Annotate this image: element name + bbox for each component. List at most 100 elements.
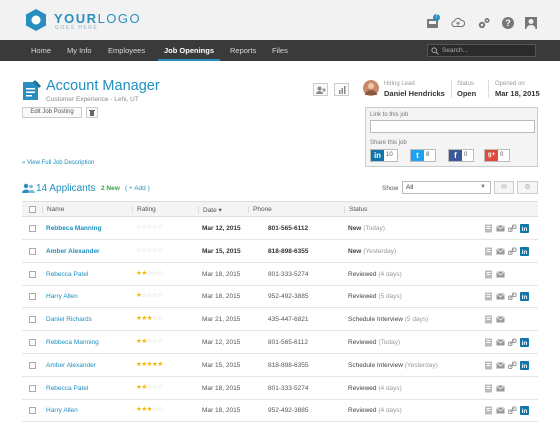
user-avatar-icon[interactable] — [524, 16, 538, 30]
linkedin-icon[interactable]: in — [520, 338, 529, 347]
link-icon[interactable] — [508, 224, 517, 233]
nav-home[interactable]: Home — [31, 40, 51, 61]
resume-icon[interactable] — [484, 224, 493, 233]
share-twitter-button[interactable]: t 8 — [410, 149, 436, 162]
linkedin-icon[interactable]: in — [520, 292, 529, 302]
row-checkbox[interactable] — [29, 361, 36, 369]
show-filter-select[interactable]: All ▼ — [402, 181, 491, 194]
link-icon[interactable] — [508, 292, 517, 301]
nav-my-info[interactable]: My Info — [67, 40, 92, 61]
column-header-date[interactable]: Date ▾ — [198, 206, 222, 214]
email-icon[interactable] — [496, 384, 505, 393]
column-header-status[interactable]: Status — [344, 206, 367, 213]
rating-stars[interactable]: ★★★☆☆ — [136, 405, 163, 413]
email-icon[interactable] — [496, 292, 505, 301]
applicant-name[interactable]: Daniel Richards — [46, 316, 92, 323]
linkedin-icon[interactable]: in — [520, 406, 529, 416]
applicant-name[interactable]: Rebecca Patel — [46, 271, 88, 278]
star-empty-icon[interactable]: ☆ — [157, 224, 163, 231]
applicant-name[interactable]: Rebecca Patel — [46, 385, 88, 392]
email-icon[interactable] — [496, 406, 505, 415]
table-row[interactable]: Harry Allen ★★★☆☆ Mar 18, 2015 952-492-3885… — [22, 400, 538, 423]
table-row[interactable]: Rebbeca Manning ★★☆☆☆ Mar 12, 2015 801-565-… — [22, 332, 538, 354]
table-row[interactable]: Harry Allen ★☆☆☆☆ Mar 18, 2015 952-492-3885… — [22, 286, 538, 309]
email-icon[interactable] — [496, 270, 505, 279]
row-checkbox[interactable] — [29, 293, 36, 301]
email-icon[interactable] — [496, 224, 505, 233]
search-input[interactable]: Search... — [427, 44, 536, 57]
rating-stars[interactable]: ★☆☆☆☆ — [136, 291, 163, 299]
column-header-phone[interactable]: Phone — [248, 206, 272, 213]
row-checkbox[interactable] — [29, 384, 36, 392]
linkedin-icon[interactable]: in — [520, 224, 529, 233]
nav-reports[interactable]: Reports — [230, 40, 256, 61]
rating-stars[interactable]: ★★☆☆☆ — [136, 337, 163, 345]
row-checkbox[interactable] — [29, 339, 36, 346]
email-icon[interactable] — [496, 315, 505, 324]
star-filled-icon[interactable]: ★ — [157, 361, 163, 368]
settings-gears-icon[interactable] — [477, 16, 491, 30]
column-header-rating[interactable]: Rating — [132, 206, 156, 213]
add-candidate-button[interactable] — [313, 83, 328, 96]
star-empty-icon[interactable]: ☆ — [157, 270, 163, 277]
applicant-name[interactable]: Rebbeca Manning — [46, 339, 99, 346]
star-empty-icon[interactable]: ☆ — [157, 338, 163, 345]
table-row[interactable]: Rebecca Patel ★★☆☆☆ Mar 18, 2015 801-333-52… — [22, 378, 538, 400]
email-icon[interactable] — [496, 247, 505, 256]
applicant-name[interactable]: Rebbeca Manning — [46, 225, 102, 232]
logo-text[interactable]: YOURLOGO — [54, 11, 141, 26]
link-icon[interactable] — [508, 338, 517, 347]
row-checkbox[interactable] — [29, 225, 36, 232]
table-row[interactable]: Daniel Richards ★★★☆☆ Mar 21, 2015 435-447-… — [22, 309, 538, 332]
rating-stars[interactable]: ☆☆☆☆☆ — [136, 246, 163, 254]
nav-job-openings[interactable]: Job Openings — [158, 40, 221, 61]
star-empty-icon[interactable]: ☆ — [157, 315, 163, 322]
row-checkbox[interactable] — [29, 270, 36, 278]
nav-files[interactable]: Files — [272, 40, 288, 61]
table-row[interactable]: Rebbeca Manning ☆☆☆☆☆ Mar 12, 2015 801-565-… — [22, 218, 538, 240]
column-header-name[interactable]: Name — [42, 206, 64, 213]
star-empty-icon[interactable]: ☆ — [157, 384, 163, 391]
view-full-description-link[interactable]: « View Full Job Description — [22, 160, 94, 166]
help-icon[interactable]: ? — [501, 16, 515, 30]
bulk-settings-button[interactable]: ⚙ — [517, 181, 538, 194]
share-facebook-button[interactable]: f 0 — [448, 149, 474, 162]
rating-stars[interactable]: ★★★☆☆ — [136, 314, 163, 322]
email-icon[interactable] — [496, 338, 505, 347]
resume-icon[interactable] — [484, 384, 493, 393]
select-all-checkbox[interactable] — [29, 206, 36, 213]
edit-job-posting-button[interactable]: Edit Job Posting — [22, 107, 82, 118]
star-empty-icon[interactable]: ☆ — [157, 292, 163, 299]
link-icon[interactable] — [508, 361, 517, 370]
applicant-name[interactable]: Harry Allen — [46, 293, 78, 300]
nav-employees[interactable]: Employees — [108, 40, 145, 61]
link-icon[interactable] — [508, 247, 517, 256]
resume-icon[interactable] — [484, 270, 493, 279]
star-empty-icon[interactable]: ☆ — [157, 247, 163, 254]
rating-stars[interactable]: ★★☆☆☆ — [136, 269, 163, 277]
share-google-button[interactable]: g+ 0 — [484, 149, 510, 162]
resume-icon[interactable] — [484, 406, 493, 415]
rating-stars[interactable]: ☆☆☆☆☆ — [136, 223, 163, 231]
resume-icon[interactable] — [484, 361, 493, 370]
row-checkbox[interactable] — [29, 407, 36, 415]
star-empty-icon[interactable]: ☆ — [157, 406, 163, 413]
applicant-name[interactable]: Harry Allen — [46, 407, 78, 414]
table-row[interactable]: Amber Alexander ★★★★★ Mar 15, 2015 818-898-… — [22, 355, 538, 377]
link-icon[interactable] — [508, 406, 517, 415]
applicant-name[interactable]: Amber Alexander — [46, 248, 100, 255]
applicant-name[interactable]: Amber Alexander — [46, 362, 96, 369]
rating-stars[interactable]: ★★★★★ — [136, 360, 163, 368]
row-checkbox[interactable] — [29, 247, 36, 255]
resume-icon[interactable] — [484, 247, 493, 256]
bulk-email-button[interactable]: ✉ — [494, 181, 514, 194]
email-icon[interactable] — [496, 361, 505, 370]
share-linkedin-button[interactable]: in 10 — [370, 149, 398, 162]
rating-stars[interactable]: ★★☆☆☆ — [136, 383, 163, 391]
linkedin-icon[interactable]: in — [520, 360, 529, 370]
row-checkbox[interactable] — [29, 316, 36, 324]
resume-icon[interactable] — [484, 292, 493, 301]
resume-icon[interactable] — [484, 315, 493, 324]
delete-job-button[interactable] — [86, 107, 98, 118]
job-link-field[interactable] — [370, 120, 535, 133]
